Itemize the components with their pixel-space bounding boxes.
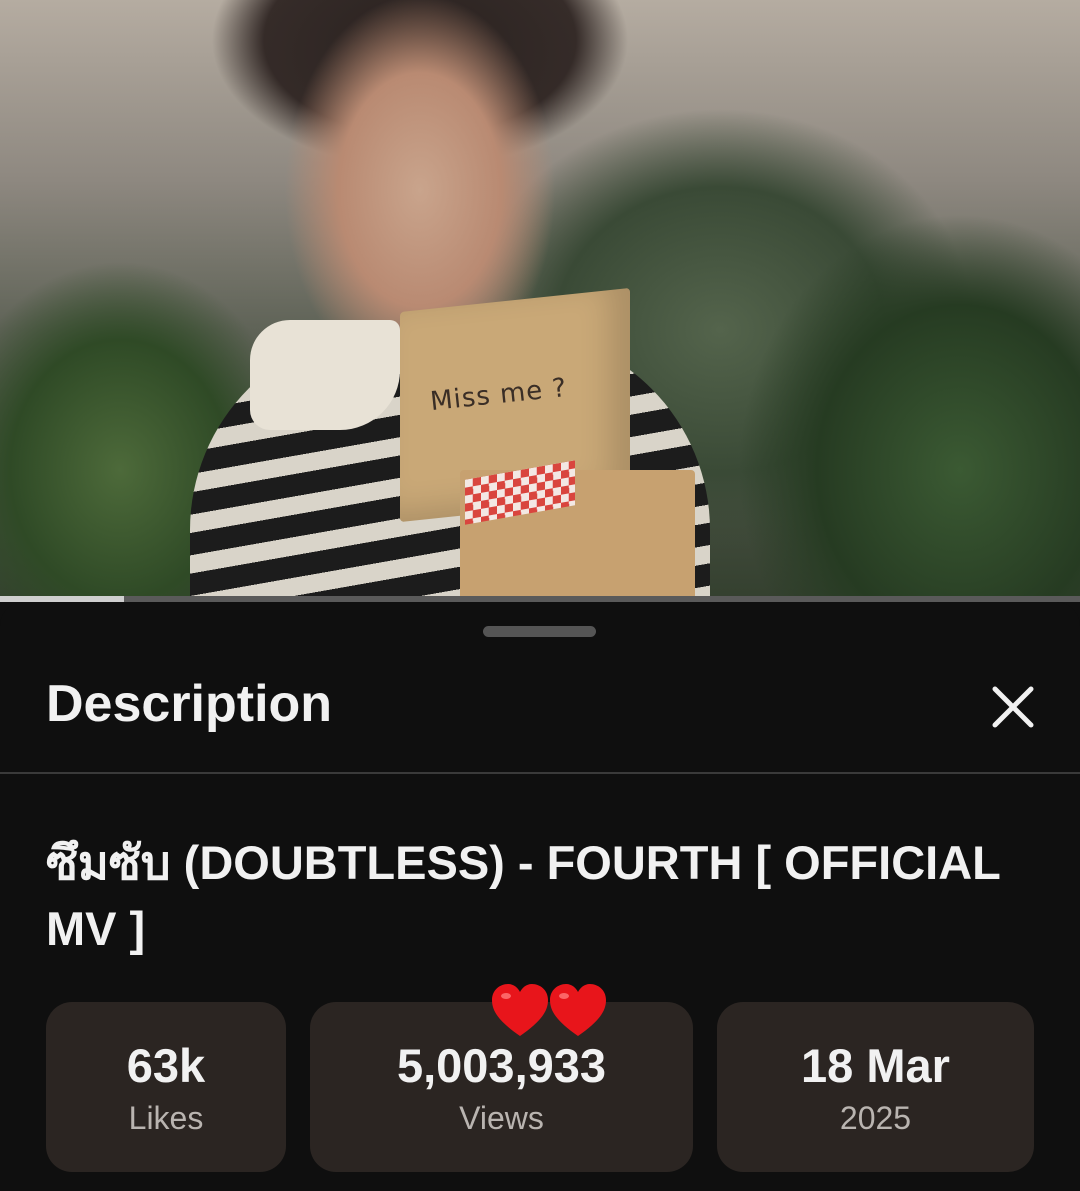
likes-label: Likes [128,1099,204,1136]
close-icon [992,686,1034,728]
views-count: 5,003,933 [396,1038,607,1092]
video-frame-collar [250,320,400,430]
drag-handle[interactable] [483,626,596,637]
date-chip: 18 Mar 2025 [717,1002,1034,1172]
video-title: ซึมซับ (DOUBTLESS) - FOURTH [ OFFICIAL M… [46,836,1000,955]
heart-icon [492,984,548,1036]
upload-date: 18 Mar [801,1038,950,1092]
sheet-title: Description [46,675,333,733]
likes-chip: 63k Likes [46,1002,286,1172]
description-sheet: Description ซึมซับ (DOUBTLESS) - FOURTH … [0,602,1080,1191]
close-button[interactable] [978,672,1048,742]
heart-icon [550,984,606,1036]
views-label: Views [459,1099,544,1136]
likes-count: 63k [126,1038,206,1092]
divider [0,772,1080,774]
heart-sticker-icon [492,984,606,1036]
upload-year: 2025 [839,1099,912,1136]
video-player[interactable]: Miss me ? [0,0,1080,600]
